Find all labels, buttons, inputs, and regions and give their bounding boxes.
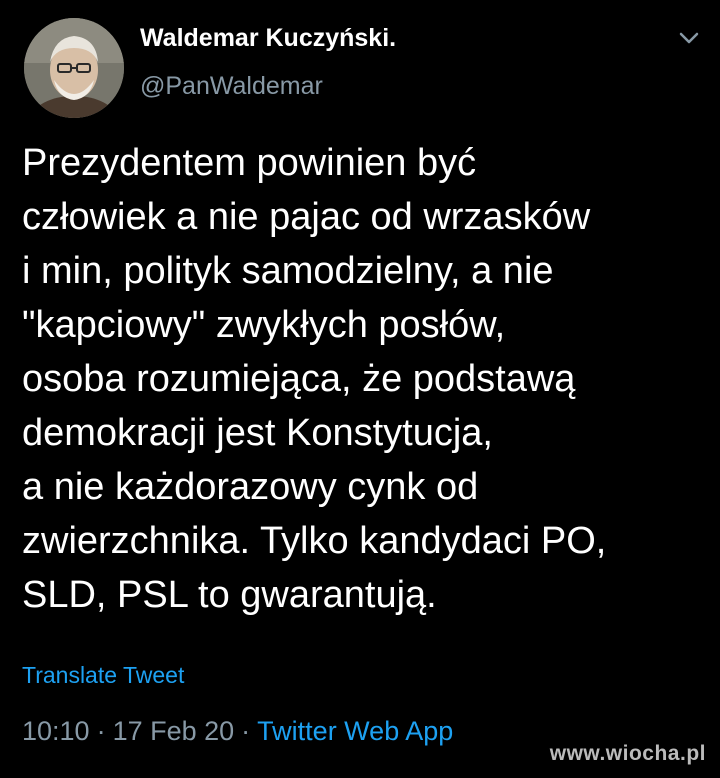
tweet-source-link[interactable]: Twitter Web App	[257, 716, 453, 746]
tweet-date[interactable]: 17 Feb 20	[113, 716, 235, 746]
avatar[interactable]	[24, 18, 124, 118]
meta-separator: ·	[96, 716, 106, 746]
tweet-text-line: "kapciowy" zwykłych posłów,	[22, 304, 506, 346]
profile-photo-icon	[24, 18, 124, 118]
tweet-meta: 10:10 · 17 Feb 20 · Twitter Web App	[22, 716, 453, 747]
tweet-text-line: SLD, PSL to gwarantują.	[22, 574, 437, 616]
tweet-text-line: demokracji jest Konstytucja,	[22, 412, 493, 454]
tweet-text: Prezydentem powinien być człowiek a nie …	[22, 136, 702, 622]
tweet-text-line: osoba rozumiejąca, że podstawą	[22, 358, 576, 400]
tweet-text-line: a nie każdorazowy cynk od	[22, 466, 479, 508]
meta-separator: ·	[241, 716, 251, 746]
translate-tweet-link[interactable]: Translate Tweet	[22, 662, 184, 689]
tweet-card: Waldemar Kuczyński. @PanWaldemar Prezyde…	[0, 0, 720, 778]
author-display-name[interactable]: Waldemar Kuczyński.	[140, 24, 396, 53]
tweet-text-line: zwierzchnika. Tylko kandydaci PO,	[22, 520, 607, 562]
watermark: www.wiocha.pl	[549, 742, 706, 765]
tweet-text-line: człowiek a nie pajac od wrzasków	[22, 196, 591, 238]
tweet-text-line: i min, polityk samodzielny, a nie	[22, 250, 554, 292]
tweet-text-line: Prezydentem powinien być	[22, 142, 477, 184]
tweet-time[interactable]: 10:10	[22, 716, 90, 746]
chevron-down-icon[interactable]	[676, 28, 702, 48]
author-handle[interactable]: @PanWaldemar	[140, 72, 323, 101]
